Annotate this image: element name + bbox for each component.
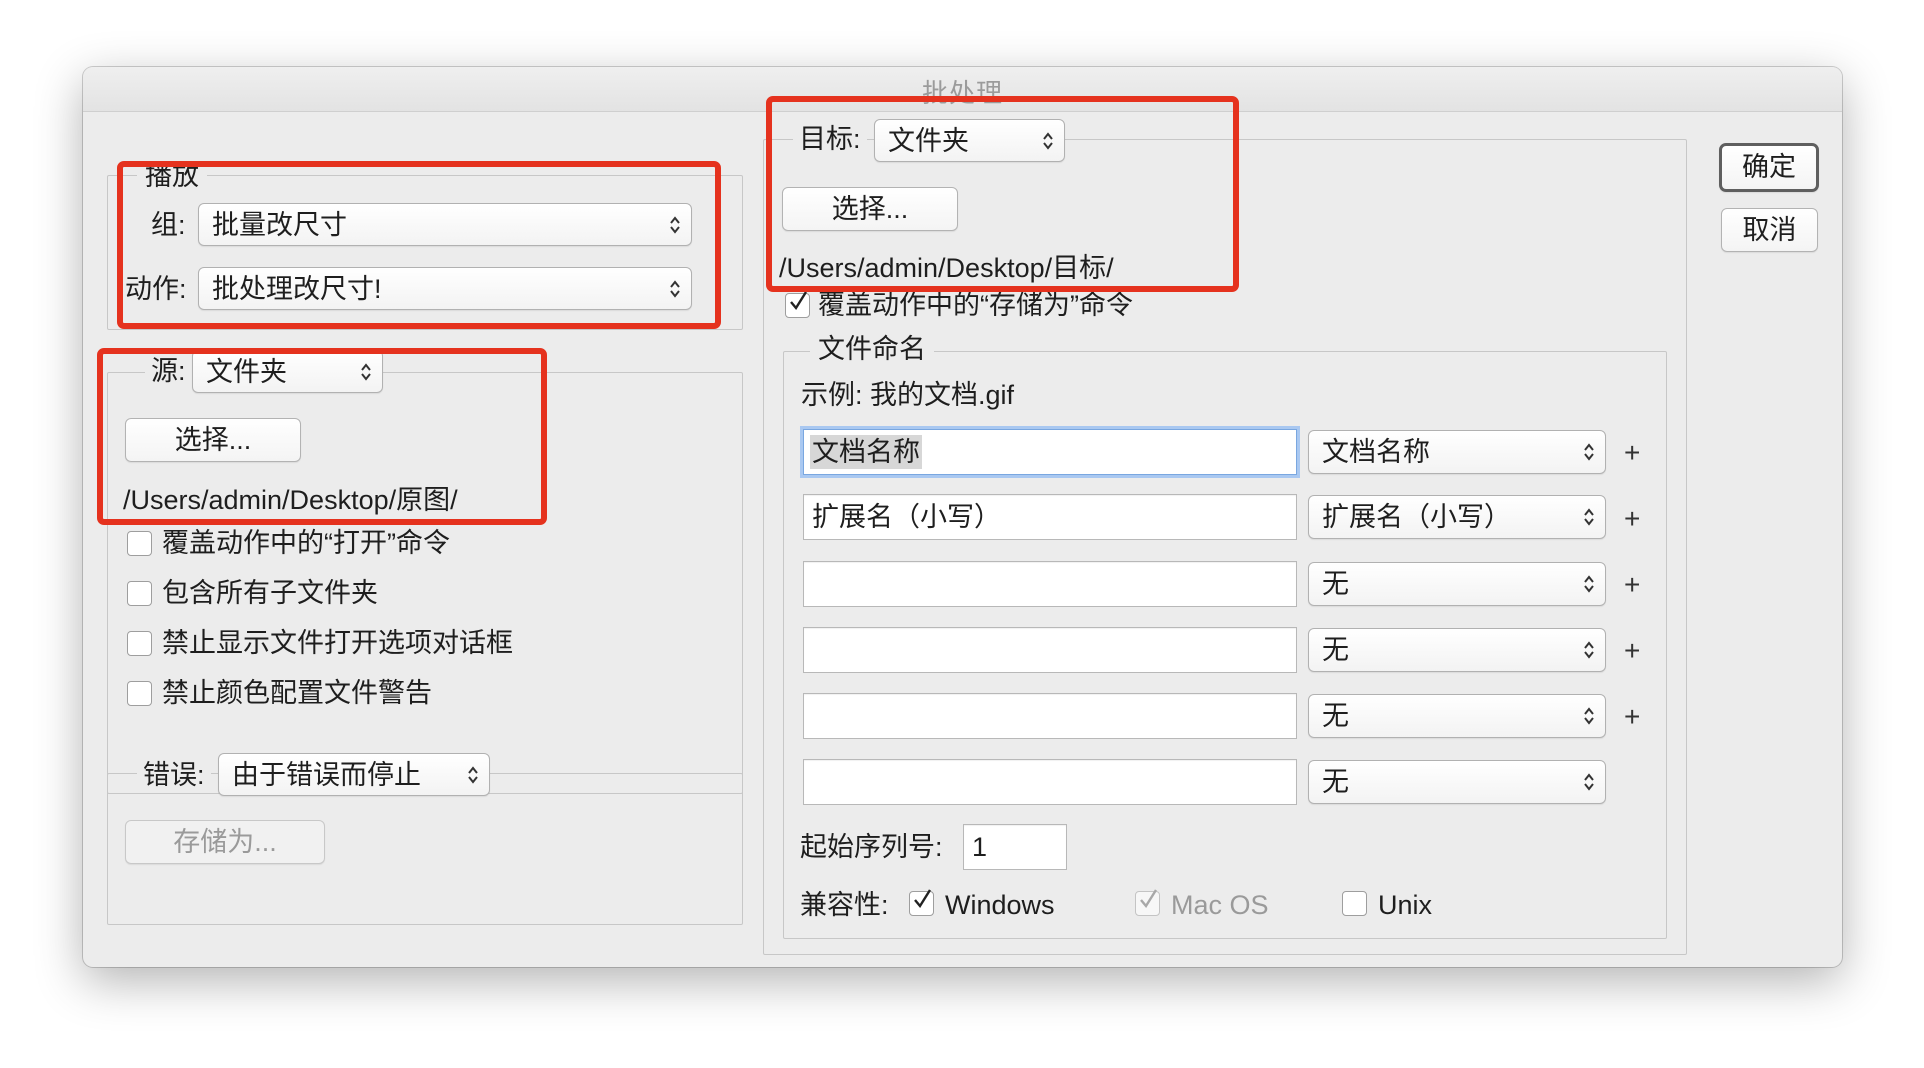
checkmark-icon	[1140, 889, 1158, 909]
source-choose-button[interactable]: 选择...	[125, 418, 301, 462]
chevron-updown-icon	[1583, 772, 1595, 792]
errors-select-value: 由于错误而停止	[232, 759, 421, 790]
chevron-updown-icon	[360, 362, 372, 382]
source-label: 源:	[145, 354, 192, 388]
set-select[interactable]: 批量改尺寸	[198, 203, 692, 246]
destination-select[interactable]: 文件夹	[874, 119, 1065, 162]
cancel-button[interactable]: 取消	[1721, 208, 1818, 252]
chevron-updown-icon	[467, 765, 479, 785]
source-select[interactable]: 文件夹	[192, 350, 383, 393]
add-row-button-1[interactable]: +	[1624, 436, 1640, 470]
errors-select[interactable]: 由于错误而停止	[218, 753, 490, 796]
file-naming-example: 示例: 我的文档.gif	[801, 380, 1015, 410]
set-label: 组:	[151, 210, 186, 240]
checkmark-icon	[790, 291, 808, 311]
naming-select-4-value: 无	[1322, 635, 1349, 665]
batch-dialog: 批处理 播放 组: 批量改尺寸 动作: 批处理改尺寸! 源: 文件夹 选择...…	[83, 67, 1842, 967]
checkmark-icon	[914, 889, 932, 909]
override-open-label: 覆盖动作中的“打开”命令	[162, 528, 450, 558]
chevron-updown-icon	[1583, 706, 1595, 726]
naming-field-2-value: 扩展名（小写）	[812, 502, 1001, 532]
naming-select-2-value: 扩展名（小写）	[1322, 502, 1511, 532]
chevron-updown-icon	[1583, 574, 1595, 594]
action-label: 动作:	[125, 274, 187, 304]
override-open-checkbox[interactable]	[127, 531, 152, 556]
naming-field-2[interactable]: 扩展名（小写）	[803, 494, 1297, 540]
title-bar[interactable]: 批处理	[83, 67, 1842, 112]
naming-field-1-value: 文档名称	[810, 435, 922, 469]
set-select-value: 批量改尺寸	[212, 209, 347, 240]
naming-field-6[interactable]	[803, 759, 1297, 805]
naming-field-1[interactable]: 文档名称	[803, 429, 1297, 475]
start-serial-value: 1	[972, 832, 988, 862]
naming-field-3[interactable]	[803, 561, 1297, 607]
compat-windows-checkbox[interactable]	[909, 889, 934, 916]
add-row-button-4[interactable]: +	[1624, 634, 1640, 668]
dialog-title: 批处理	[921, 78, 1003, 108]
destination-select-value: 文件夹	[888, 125, 969, 156]
save-as-button[interactable]: 存储为...	[125, 820, 325, 864]
suppress-color-warnings-checkbox[interactable]	[127, 681, 152, 706]
override-save-as-label: 覆盖动作中的“存储为”命令	[818, 290, 1133, 320]
destination-choose-button[interactable]: 选择...	[782, 187, 958, 231]
add-row-button-5[interactable]: +	[1624, 700, 1640, 734]
chevron-updown-icon	[1583, 507, 1595, 527]
chevron-updown-icon	[1583, 442, 1595, 462]
naming-select-1-value: 文档名称	[1322, 437, 1430, 467]
naming-select-3[interactable]: 无	[1308, 562, 1606, 606]
chevron-updown-icon	[1042, 131, 1054, 151]
naming-field-5[interactable]	[803, 693, 1297, 739]
naming-select-4[interactable]: 无	[1308, 628, 1606, 672]
naming-field-4[interactable]	[803, 627, 1297, 673]
naming-select-1[interactable]: 文档名称	[1308, 430, 1606, 474]
start-serial-field[interactable]: 1	[963, 824, 1067, 870]
compat-unix-checkbox[interactable]	[1342, 891, 1367, 916]
errors-label: 错误:	[137, 758, 211, 792]
include-subfolders-checkbox[interactable]	[127, 581, 152, 606]
start-serial-label: 起始序列号:	[800, 832, 943, 862]
source-path: /Users/admin/Desktop/原图/	[123, 485, 458, 515]
override-save-as-checkbox[interactable]	[785, 291, 810, 318]
naming-select-5[interactable]: 无	[1308, 694, 1606, 738]
include-subfolders-label: 包含所有子文件夹	[162, 578, 378, 608]
naming-select-3-value: 无	[1322, 569, 1349, 599]
naming-select-2[interactable]: 扩展名（小写）	[1308, 495, 1606, 539]
naming-select-6-value: 无	[1322, 767, 1349, 797]
add-row-button-2[interactable]: +	[1624, 502, 1640, 536]
action-select-value: 批处理改尺寸!	[212, 273, 382, 304]
action-select[interactable]: 批处理改尺寸!	[198, 267, 692, 310]
add-row-button-3[interactable]: +	[1624, 568, 1640, 602]
destination-path: /Users/admin/Desktop/目标/	[779, 253, 1114, 283]
compat-label: 兼容性:	[800, 890, 889, 920]
play-legend: 播放	[137, 159, 207, 193]
suppress-open-dialogs-checkbox[interactable]	[127, 631, 152, 656]
compat-macos-label: Mac OS	[1171, 890, 1269, 920]
file-naming-legend: 文件命名	[810, 332, 934, 366]
naming-select-6[interactable]: 无	[1308, 760, 1606, 804]
compat-unix-label: Unix	[1378, 890, 1433, 920]
compat-macos-checkbox[interactable]	[1135, 889, 1160, 916]
suppress-open-dialogs-label: 禁止显示文件打开选项对话框	[162, 628, 513, 658]
naming-select-5-value: 无	[1322, 701, 1349, 731]
source-select-value: 文件夹	[206, 356, 287, 387]
chevron-updown-icon	[669, 279, 681, 299]
compat-windows-label: Windows	[945, 890, 1055, 920]
suppress-color-warnings-label: 禁止颜色配置文件警告	[162, 678, 432, 708]
chevron-updown-icon	[1583, 640, 1595, 660]
destination-label: 目标:	[793, 122, 867, 156]
ok-button[interactable]: 确定	[1719, 143, 1819, 192]
chevron-updown-icon	[669, 215, 681, 235]
